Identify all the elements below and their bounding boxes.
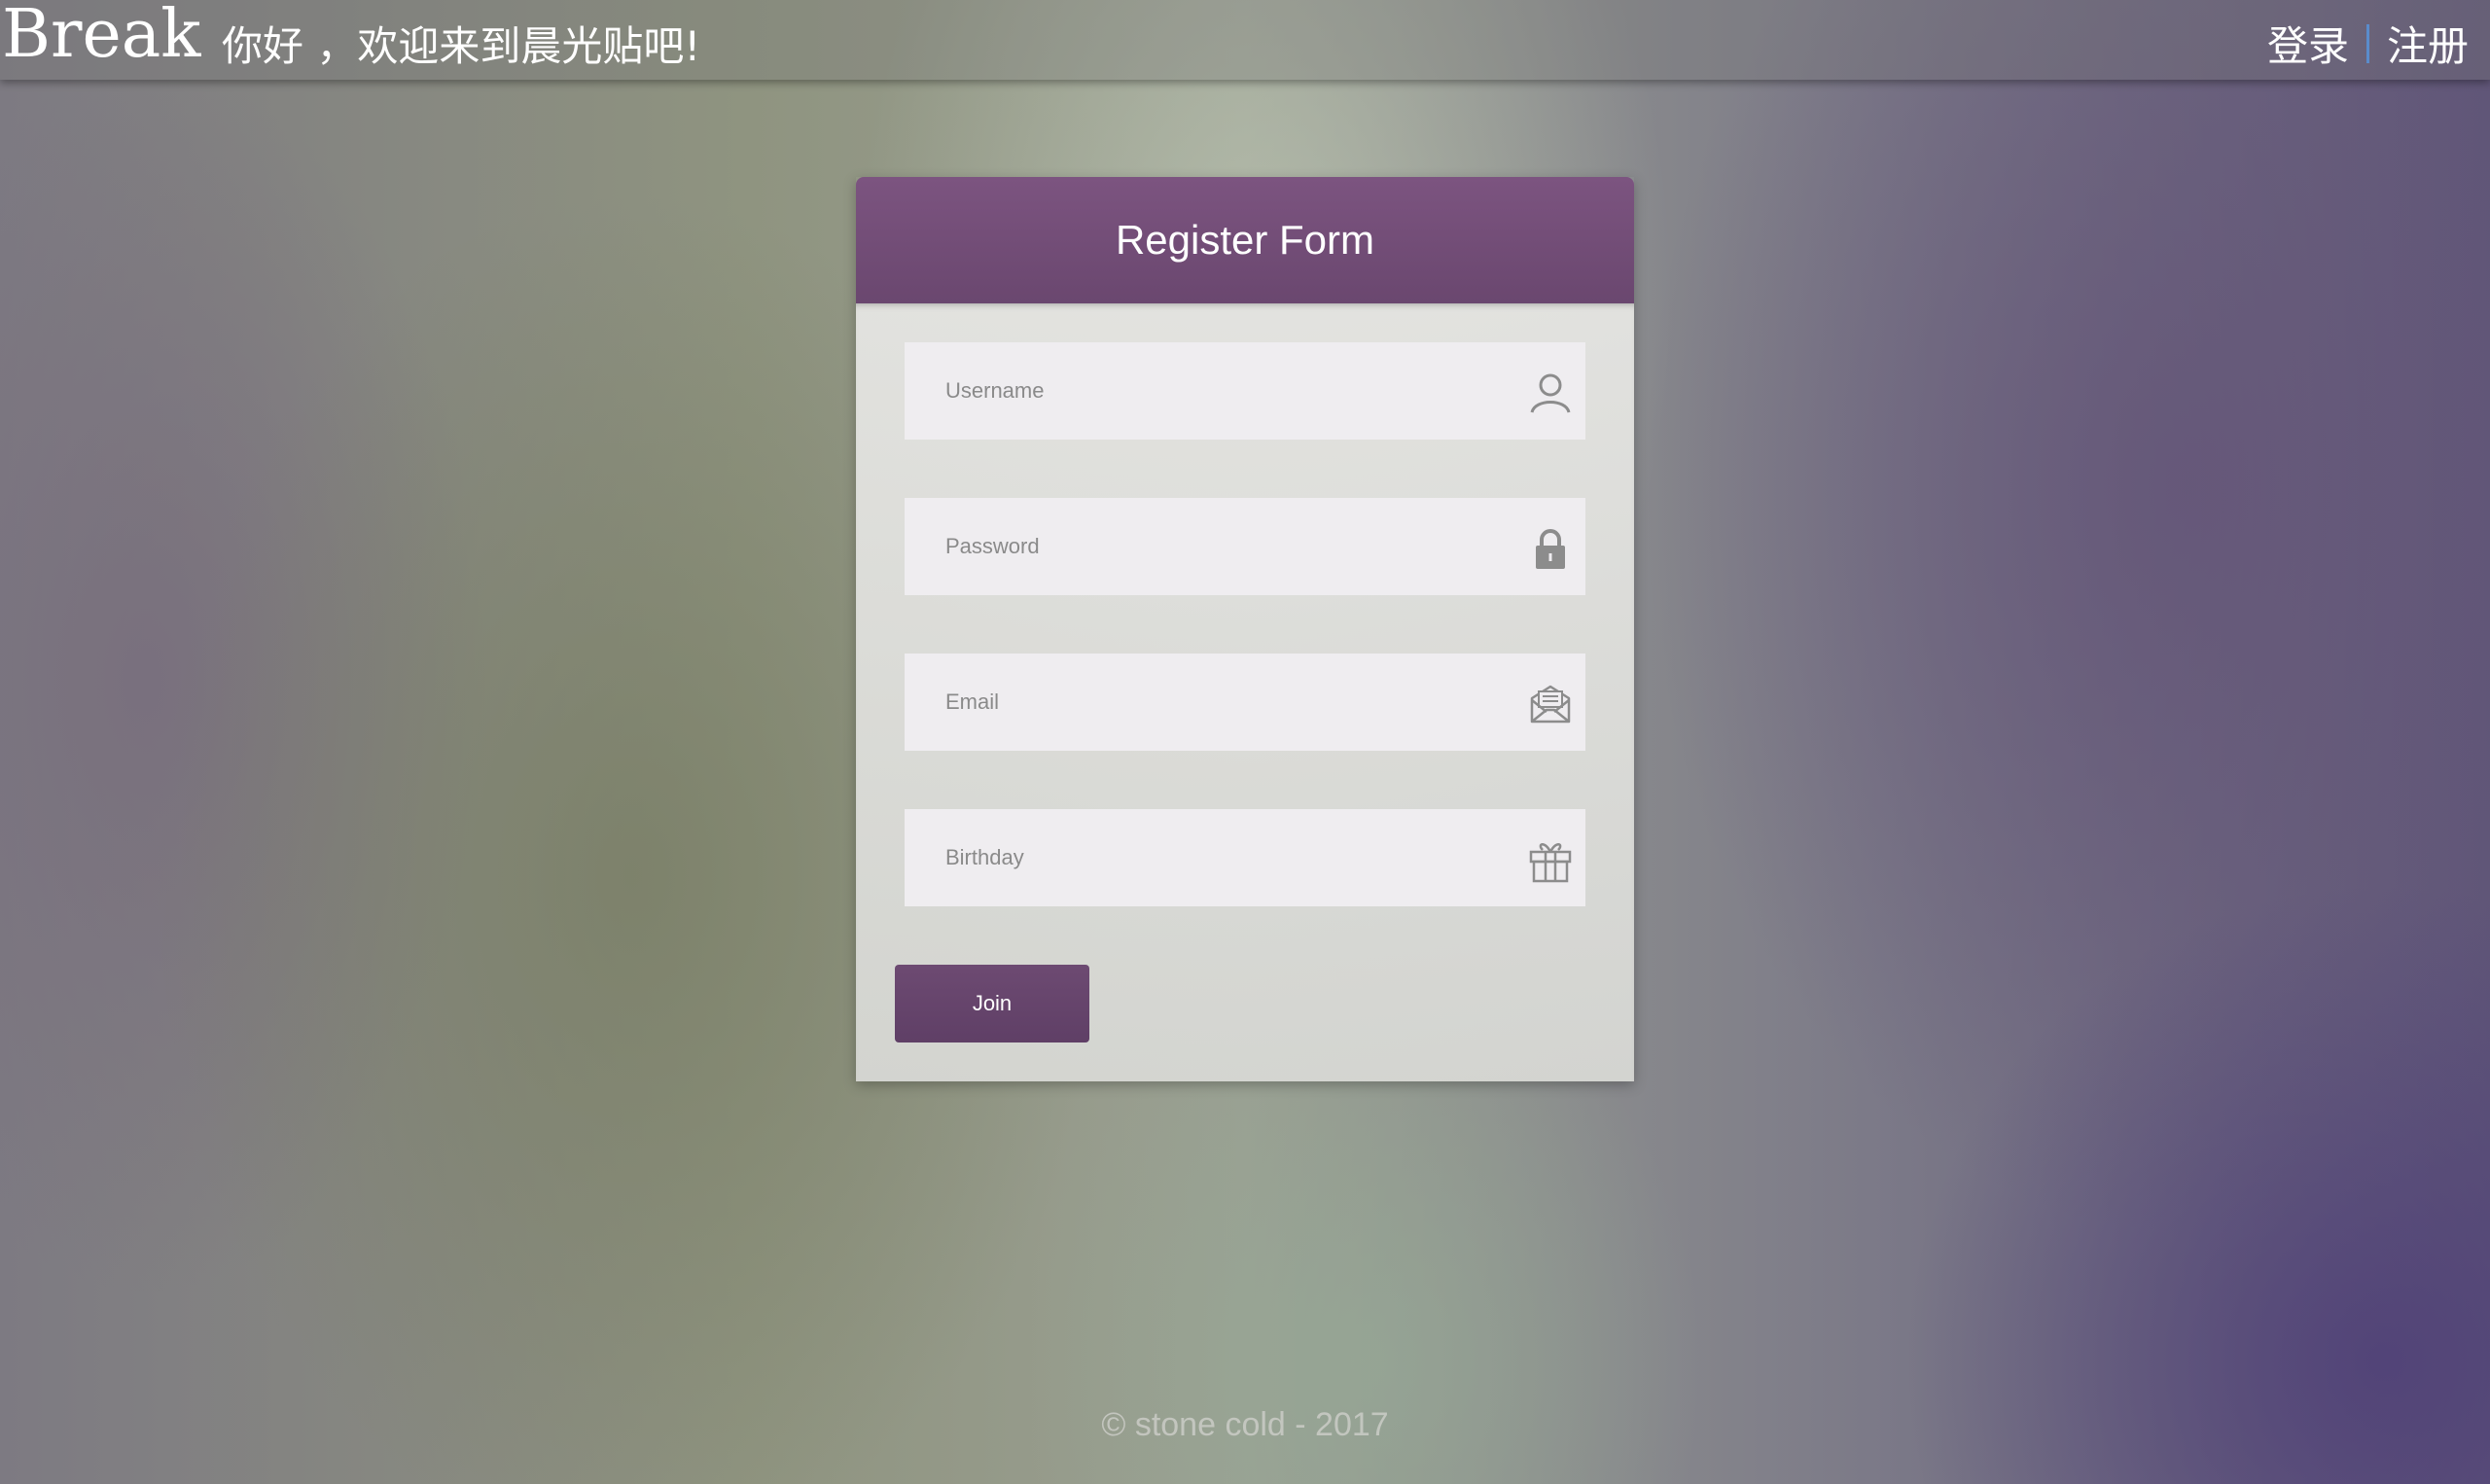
password-input[interactable]	[943, 533, 1512, 560]
register-link[interactable]: 注册	[2387, 14, 2469, 73]
register-form-card: Register Form Username Email Birthday Jo…	[856, 177, 1634, 1081]
top-bar: Break 你好 ，欢迎来到晨光贴吧! 登录 注册	[0, 0, 2490, 80]
birthday-field[interactable]	[905, 809, 1585, 906]
username-field[interactable]	[905, 342, 1585, 440]
brand-logo[interactable]: Break	[2, 0, 200, 73]
password-field[interactable]	[905, 498, 1585, 595]
nav-divider	[2366, 23, 2369, 63]
top-nav: 登录 注册	[2267, 14, 2469, 73]
envelope-icon	[1530, 685, 1571, 724]
email-input[interactable]	[943, 689, 1512, 716]
form-title: Register Form	[1115, 217, 1375, 263]
login-link[interactable]: 登录	[2267, 14, 2349, 73]
username-input[interactable]	[943, 377, 1512, 405]
welcome-message: 你好 ，欢迎来到晨光贴吧!	[222, 22, 701, 70]
email-field[interactable]	[905, 654, 1585, 751]
form-body: Join	[856, 303, 1634, 1081]
lock-icon	[1536, 529, 1565, 569]
form-header: Register Form	[856, 177, 1634, 303]
user-icon	[1530, 373, 1571, 413]
footer-copyright: © stone cold - 2017	[1101, 1406, 1389, 1443]
birthday-input[interactable]	[943, 844, 1512, 871]
gift-icon	[1529, 843, 1572, 883]
join-button[interactable]: Join	[895, 965, 1089, 1042]
